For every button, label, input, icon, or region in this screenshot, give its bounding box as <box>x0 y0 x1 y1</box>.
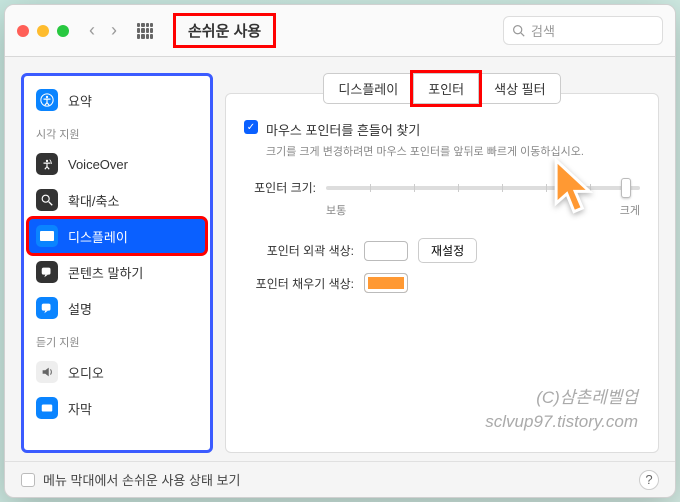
voiceover-icon <box>36 153 58 175</box>
sidebar-item-captions[interactable]: 자막 <box>28 390 206 426</box>
close-button[interactable] <box>17 25 29 37</box>
audio-icon <box>36 361 58 383</box>
sidebar-section-hearing: 듣기 지원 <box>28 326 206 354</box>
fill-color-label: 포인터 채우기 색상: <box>244 275 354 292</box>
sidebar-item-voiceover[interactable]: VoiceOver <box>28 146 206 182</box>
sidebar-item-zoom[interactable]: 확대/축소 <box>28 182 206 218</box>
sidebar-item-display[interactable]: 디스플레이 <box>28 218 206 254</box>
menubar-status-label: 메뉴 막대에서 손쉬운 사용 상태 보기 <box>43 470 240 489</box>
accessibility-icon <box>36 89 58 111</box>
shake-hint: 크기를 크게 변경하려면 마우스 포인터를 앞뒤로 빠르게 이동하십시오. <box>266 143 640 159</box>
fullscreen-button[interactable] <box>57 25 69 37</box>
page-title-highlight: 손쉬운 사용 <box>173 13 276 48</box>
sidebar-item-audio[interactable]: 오디오 <box>28 354 206 390</box>
sidebar-item-descriptions[interactable]: 설명 <box>28 290 206 326</box>
pointer-panel: ✓ 마우스 포인터를 흔들어 찾기 크기를 크게 변경하려면 마우스 포인터를 … <box>225 93 659 453</box>
description-icon <box>36 297 58 319</box>
fill-color-row: 포인터 채우기 색상: <box>244 273 640 293</box>
sidebar[interactable]: 요약 시각 지원 VoiceOver 확대/축소 디스플레이 <box>21 73 213 453</box>
preferences-window: ‹ › 손쉬운 사용 검색 요약 시각 지원 <box>4 4 676 498</box>
sidebar-item-label: 확대/축소 <box>68 191 119 210</box>
titlebar: ‹ › 손쉬운 사용 검색 <box>5 5 675 57</box>
nav-arrows: ‹ › <box>89 20 117 41</box>
sidebar-item-label: 콘텐츠 말하기 <box>68 263 143 282</box>
help-button[interactable]: ? <box>639 470 659 490</box>
speak-icon <box>36 261 58 283</box>
tab-bar: 디스플레이 포인터 색상 필터 <box>225 73 659 104</box>
fill-color-well[interactable] <box>364 273 408 293</box>
sidebar-item-label: 요약 <box>68 91 92 110</box>
menubar-status-checkbox[interactable] <box>21 473 35 487</box>
sidebar-item-label: 디스플레이 <box>68 227 128 246</box>
sidebar-section-visual: 시각 지원 <box>28 118 206 146</box>
outline-color-row: 포인터 외곽 색상: 재설정 <box>244 238 640 263</box>
slider-thumb[interactable] <box>621 178 631 198</box>
shake-label: 마우스 포인터를 흔들어 찾기 <box>266 120 420 139</box>
main-panel: 디스플레이 포인터 색상 필터 ✓ 마우스 포인터를 흔들어 찾기 크기를 크게… <box>225 73 659 453</box>
caption-icon <box>36 397 58 419</box>
sidebar-item-label: 자막 <box>68 399 92 418</box>
large-cursor-preview <box>550 158 598 223</box>
watermark: (C)삼촌레벨업 sclvup97.tistory.com <box>485 386 638 434</box>
sidebar-item-spoken-content[interactable]: 콘텐츠 말하기 <box>28 254 206 290</box>
footer: 메뉴 막대에서 손쉬운 사용 상태 보기 ? <box>5 461 675 497</box>
display-icon <box>36 225 58 247</box>
forward-button[interactable]: › <box>111 20 117 41</box>
search-input[interactable]: 검색 <box>503 16 663 45</box>
sidebar-item-label: 설명 <box>68 299 92 318</box>
back-button[interactable]: ‹ <box>89 20 95 41</box>
shake-to-locate-row: ✓ 마우스 포인터를 흔들어 찾기 <box>244 120 640 139</box>
shake-checkbox[interactable]: ✓ <box>244 120 258 134</box>
sidebar-item-summary[interactable]: 요약 <box>28 82 206 118</box>
show-all-button[interactable] <box>137 23 153 39</box>
body: 요약 시각 지원 VoiceOver 확대/축소 디스플레이 <box>5 57 675 461</box>
sidebar-item-label: VoiceOver <box>68 157 128 172</box>
zoom-icon <box>36 189 58 211</box>
tab-color-filters[interactable]: 색상 필터 <box>479 73 560 104</box>
pointer-size-label: 포인터 크기: <box>244 179 316 196</box>
sidebar-item-label: 오디오 <box>68 363 104 382</box>
minimize-button[interactable] <box>37 25 49 37</box>
reset-button[interactable]: 재설정 <box>418 238 477 263</box>
tab-display[interactable]: 디스플레이 <box>323 73 413 104</box>
outline-color-well[interactable] <box>364 241 408 261</box>
search-icon <box>512 24 525 37</box>
tab-pointer[interactable]: 포인터 <box>413 73 479 104</box>
outline-color-label: 포인터 외곽 색상: <box>244 242 354 259</box>
window-controls <box>17 25 69 37</box>
page-title: 손쉬운 사용 <box>188 23 261 40</box>
